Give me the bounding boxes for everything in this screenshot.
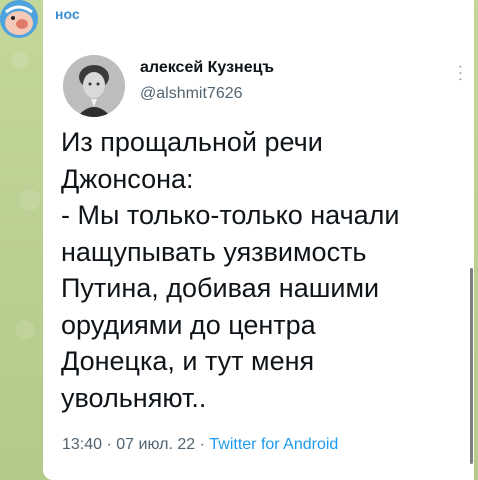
more-options-icon[interactable]: ···: [451, 64, 469, 83]
scrollbar[interactable]: [470, 268, 473, 464]
meta-separator: ·: [199, 436, 205, 453]
channel-avatar[interactable]: [0, 0, 38, 38]
author-name[interactable]: алексей Кузнецъ: [140, 59, 274, 77]
tweet-meta: 13:40 · 07 июл. 22 · Twitter for Android: [62, 436, 338, 454]
tweet-time: 13:40: [62, 436, 103, 453]
author-handle[interactable]: @alshmit7626: [140, 85, 243, 103]
message-bubble[interactable]: нос алексей Кузнецъ @alshmit7626 ··· Из …: [43, 0, 474, 480]
tweet-text: Из прощальной речи Джонсона: - Мы только…: [61, 127, 400, 413]
channel-avatar-icon: [0, 0, 38, 38]
tweet-card[interactable]: алексей Кузнецъ @alshmit7626 ··· Из прощ…: [53, 38, 469, 478]
sender-name[interactable]: нос: [55, 6, 80, 22]
tweet-date: 07 июл. 22: [116, 436, 196, 453]
tweet-source-link[interactable]: Twitter for Android: [209, 436, 338, 453]
author-avatar[interactable]: [63, 55, 125, 117]
author-photo-icon: [63, 55, 125, 117]
meta-separator: ·: [106, 436, 112, 453]
